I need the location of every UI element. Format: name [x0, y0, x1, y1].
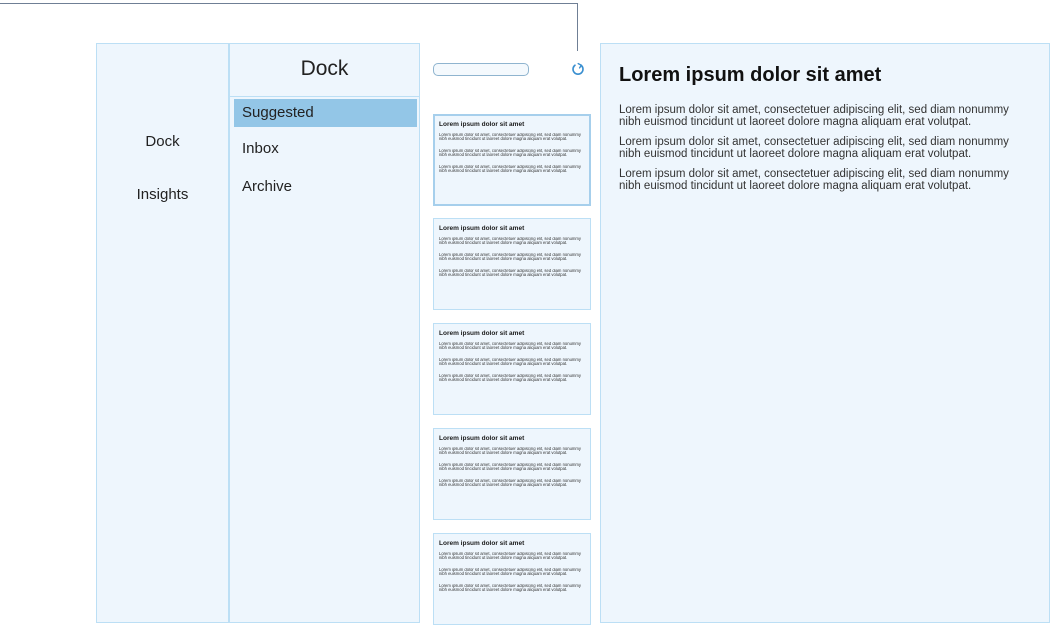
message-card-text: Lorem ipsum dolor sit amet, consectetuer… [439, 447, 581, 456]
message-card-text: Lorem ipsum dolor sit amet, consectetuer… [439, 374, 581, 383]
nav-item-dock[interactable]: Dock [97, 133, 228, 150]
message-card-title: Lorem ipsum dolor sit amet [439, 540, 525, 547]
message-card-text: Lorem ipsum dolor sit amet, consectetuer… [439, 269, 581, 278]
message-card[interactable]: Lorem ipsum dolor sit amet Lorem ipsum d… [433, 323, 591, 415]
message-card-text: Lorem ipsum dolor sit amet, consectetuer… [439, 479, 581, 488]
refresh-icon[interactable] [571, 62, 585, 76]
message-card[interactable]: Lorem ipsum dolor sit amet Lorem ipsum d… [433, 428, 591, 520]
reading-pane: Lorem ipsum dolor sit amet Lorem ipsum d… [600, 43, 1050, 623]
message-card-text: Lorem ipsum dolor sit amet, consectetuer… [439, 342, 581, 351]
message-card[interactable]: Lorem ipsum dolor sit amet Lorem ipsum d… [433, 218, 591, 310]
folder-item-inbox[interactable]: Inbox [234, 135, 417, 163]
message-card-text: Lorem ipsum dolor sit amet, consectetuer… [439, 237, 581, 246]
message-card-text: Lorem ipsum dolor sit amet, consectetuer… [439, 584, 581, 593]
message-card-text: Lorem ipsum dolor sit amet, consectetuer… [439, 149, 581, 158]
folder-pane-title: Dock [230, 44, 419, 97]
message-card-title: Lorem ipsum dolor sit amet [439, 225, 525, 232]
message-card-title: Lorem ipsum dolor sit amet [439, 121, 525, 128]
message-card-text: Lorem ipsum dolor sit amet, consectetuer… [439, 133, 581, 142]
nav-sidebar: Dock Insights [96, 43, 229, 623]
folder-pane: Dock Suggested Inbox Archive [229, 43, 420, 623]
message-card-text: Lorem ipsum dolor sit amet, consectetuer… [439, 568, 581, 577]
connector-line [0, 3, 578, 4]
message-card-title: Lorem ipsum dolor sit amet [439, 330, 525, 337]
reading-paragraph: Lorem ipsum dolor sit amet, consectetuer… [619, 104, 1009, 128]
folder-item-archive[interactable]: Archive [234, 173, 417, 201]
message-card-text: Lorem ipsum dolor sit amet, consectetuer… [439, 358, 581, 367]
reading-title: Lorem ipsum dolor sit amet [619, 64, 882, 86]
message-card[interactable]: Lorem ipsum dolor sit amet Lorem ipsum d… [433, 114, 591, 206]
nav-item-insights[interactable]: Insights [97, 186, 228, 203]
message-card-text: Lorem ipsum dolor sit amet, consectetuer… [439, 165, 581, 174]
folder-item-suggested[interactable]: Suggested [234, 99, 417, 127]
message-card[interactable]: Lorem ipsum dolor sit amet Lorem ipsum d… [433, 533, 591, 625]
connector-line-vertical [577, 3, 578, 51]
reading-paragraph: Lorem ipsum dolor sit amet, consectetuer… [619, 136, 1009, 160]
reading-paragraph: Lorem ipsum dolor sit amet, consectetuer… [619, 168, 1009, 192]
search-input[interactable] [433, 63, 529, 76]
message-card-text: Lorem ipsum dolor sit amet, consectetuer… [439, 552, 581, 561]
message-card-text: Lorem ipsum dolor sit amet, consectetuer… [439, 253, 581, 262]
message-card-text: Lorem ipsum dolor sit amet, consectetuer… [439, 463, 581, 472]
message-card-title: Lorem ipsum dolor sit amet [439, 435, 525, 442]
